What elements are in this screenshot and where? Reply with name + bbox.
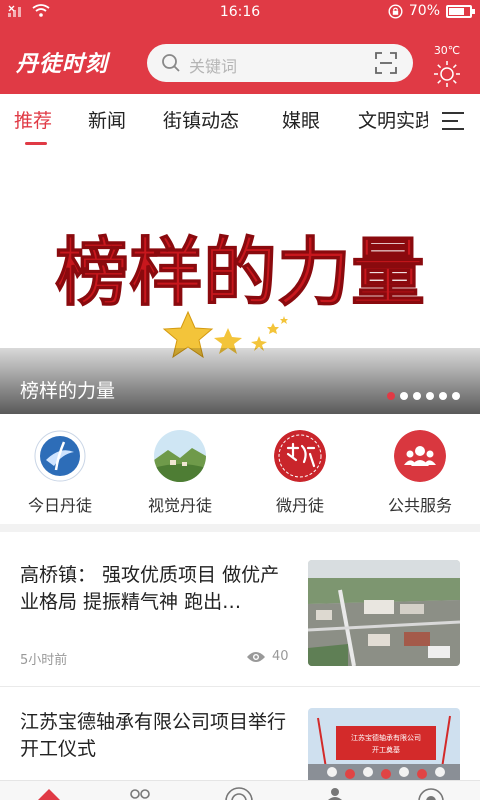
quick-link-label: 微丹徒: [275, 496, 324, 515]
svg-text:江苏宝德轴承有限公司: 江苏宝德轴承有限公司: [351, 733, 421, 742]
news-view-count: 40: [272, 649, 289, 664]
news-title[interactable]: 高桥镇： 强攻优质项目 做优产业格局 提振精气神 跑出…: [20, 562, 292, 616]
svg-text:开工奠基: 开工奠基: [372, 745, 400, 754]
quick-link-public-service[interactable]: 公共服务: [360, 430, 480, 516]
search-icon: [162, 54, 180, 72]
banner-caption: 榜样的力量: [20, 380, 116, 402]
news-views: 40: [246, 649, 289, 664]
wei-dantu-seal-icon: [274, 430, 326, 482]
carousel-dot[interactable]: [426, 392, 434, 400]
status-bar: 16:16 70%: [0, 0, 480, 26]
tab-town-news[interactable]: 街镇动态: [163, 106, 239, 133]
star-shape-tiny-1: [267, 323, 279, 334]
ceremony-photo: 江苏宝德轴承有限公司 开工奠基: [308, 708, 460, 780]
news-thumbnail[interactable]: [308, 560, 460, 666]
banner-carousel[interactable]: 榜样的力量 榜样的力量: [0, 148, 480, 414]
eye-icon: [247, 651, 265, 662]
tab-civilization[interactable]: 文明实践: [358, 106, 428, 133]
sun-icon: [434, 61, 460, 87]
news-list-item[interactable]: 江苏宝德轴承有限公司项目举行开工仪式 江苏宝德轴承有限公司 开工奠基: [0, 687, 480, 780]
quick-link-visual-dantu[interactable]: 视觉丹徒: [120, 430, 240, 516]
quick-link-label: 视觉丹徒: [147, 496, 212, 515]
app-logo[interactable]: 丹徒时刻: [16, 46, 108, 78]
carousel-dot[interactable]: [452, 392, 460, 400]
aerial-town-image: [308, 560, 460, 666]
search-bar[interactable]: 关键词: [147, 44, 413, 82]
status-right: 70%: [388, 3, 475, 19]
bottom-navigation: [0, 780, 480, 800]
quick-link-label: 公共服务: [387, 496, 452, 515]
landscape-photo-icon: [154, 430, 206, 482]
carousel-dot[interactable]: [413, 392, 421, 400]
people-group-icon: [394, 430, 446, 482]
home-nav-icon[interactable]: [34, 785, 64, 800]
news-time: 5小时前: [20, 653, 68, 668]
quick-link-jinri-dantu[interactable]: 今日丹徒: [0, 430, 120, 516]
community-nav-icon[interactable]: [125, 785, 155, 800]
tab-news[interactable]: 新闻: [88, 106, 126, 133]
carousel-dot[interactable]: [387, 392, 395, 400]
carousel-dot[interactable]: [400, 392, 408, 400]
carousel-dot[interactable]: [439, 392, 447, 400]
carousel-dots: [387, 392, 460, 400]
center-nav-icon[interactable]: [224, 785, 254, 800]
banner-art-text: 榜样的力量: [55, 230, 425, 316]
battery-fill: [449, 7, 465, 15]
scan-icon[interactable]: [375, 52, 397, 74]
news-title[interactable]: 江苏宝德轴承有限公司项目举行开工仪式: [20, 709, 292, 763]
app-header: 16:16 70% 丹徒时刻 关键词 30℃: [0, 0, 480, 94]
battery-percent: 70%: [408, 3, 440, 19]
rotation-lock-icon: [388, 3, 403, 19]
discover-nav-icon[interactable]: [416, 785, 446, 800]
quick-link-label: 今日丹徒: [27, 496, 92, 515]
section-divider: [0, 524, 480, 532]
tab-media-eye[interactable]: 媒眼: [282, 106, 320, 133]
tabs-scroll[interactable]: 推荐 新闻 街镇动态 媒眼 文明实践: [0, 94, 428, 148]
news-thumbnail[interactable]: 江苏宝德轴承有限公司 开工奠基: [308, 708, 460, 780]
quick-links: 今日丹徒 视觉丹徒 微丹徒 公共服务: [0, 414, 480, 524]
profile-nav-icon[interactable]: [320, 785, 350, 800]
jinri-logo-icon: [34, 430, 86, 482]
search-placeholder[interactable]: 关键词: [189, 53, 237, 77]
weather-widget[interactable]: 30℃: [430, 44, 464, 91]
tab-active-indicator: [25, 142, 47, 145]
category-tabs: 推荐 新闻 街镇动态 媒眼 文明实践: [0, 94, 480, 148]
weather-temp: 30℃: [433, 44, 461, 57]
quick-link-wei-dantu[interactable]: 微丹徒: [240, 430, 360, 516]
star-shape-tiny-2: [280, 316, 288, 324]
tab-recommend[interactable]: 推荐: [14, 106, 52, 133]
menu-icon[interactable]: [442, 111, 464, 131]
news-list-item[interactable]: 高桥镇： 强攻优质项目 做优产业格局 提振精气神 跑出… 5小时前 40: [0, 532, 480, 686]
battery-icon: [446, 4, 475, 18]
